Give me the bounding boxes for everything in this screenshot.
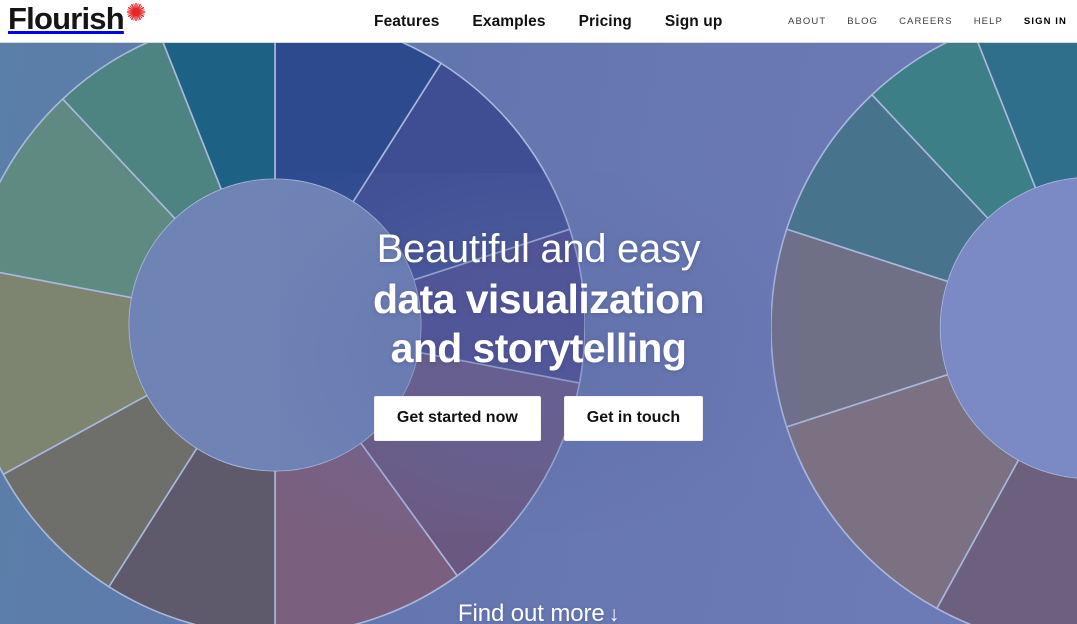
- nav-item-about[interactable]: ABOUT: [788, 0, 826, 43]
- brand-name: Flourish: [8, 1, 125, 36]
- nav-item-pricing[interactable]: Pricing: [579, 0, 632, 43]
- top-navigation-bar: Flourish Features Examples Pricing Sign …: [0, 0, 1077, 43]
- nav-item-sign-up[interactable]: Sign up: [665, 0, 723, 43]
- headline-line-1: Beautiful and easy: [376, 227, 701, 271]
- hero-cta-row: Get started now Get in touch: [373, 396, 704, 441]
- get-started-button[interactable]: Get started now: [373, 396, 541, 441]
- hero-content: Beautiful and easy data visualization an…: [0, 43, 1077, 624]
- hero-headline: Beautiful and easy data visualization an…: [373, 223, 705, 373]
- nav-item-features[interactable]: Features: [374, 0, 439, 43]
- page-root: Flourish Features Examples Pricing Sign …: [0, 0, 1077, 624]
- primary-nav: Features Examples Pricing Sign up: [374, 0, 722, 43]
- hero-section: Beautiful and easy data visualization an…: [0, 43, 1077, 624]
- nav-item-examples[interactable]: Examples: [472, 0, 545, 43]
- get-in-touch-button[interactable]: Get in touch: [563, 396, 704, 441]
- headline-line-2: data visualization: [373, 276, 705, 322]
- secondary-nav: ABOUT BLOG CAREERS HELP SIGN IN: [788, 0, 1067, 43]
- starburst-icon: [126, 2, 146, 22]
- headline-line-3: and storytelling: [390, 325, 687, 371]
- nav-item-sign-in[interactable]: SIGN IN: [1024, 0, 1067, 43]
- nav-item-blog[interactable]: BLOG: [847, 0, 878, 43]
- brand-logo[interactable]: Flourish: [8, 0, 147, 42]
- nav-item-help[interactable]: HELP: [974, 0, 1003, 43]
- nav-item-careers[interactable]: CAREERS: [899, 0, 953, 43]
